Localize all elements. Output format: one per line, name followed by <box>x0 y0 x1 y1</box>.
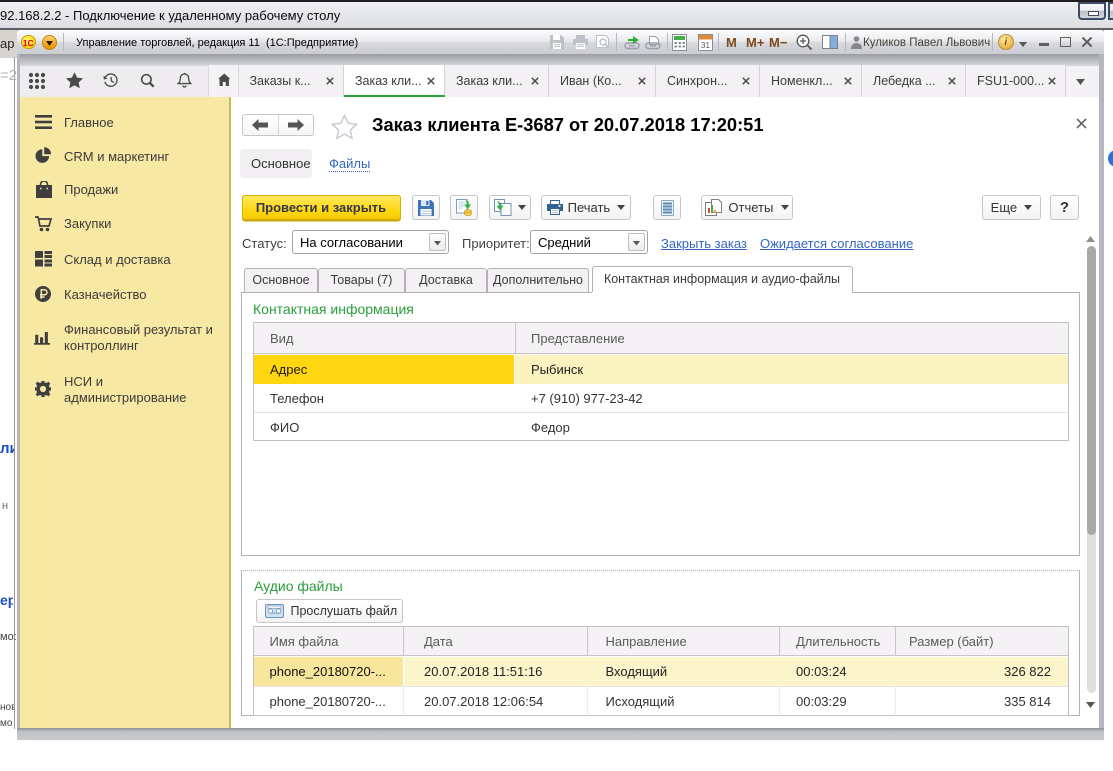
svg-text:31: 31 <box>701 41 710 50</box>
